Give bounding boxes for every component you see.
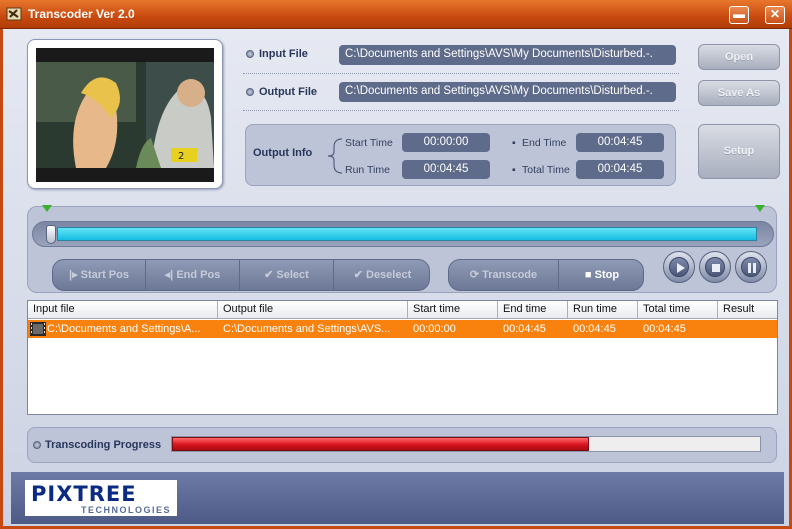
close-button[interactable]: ✕	[765, 6, 785, 24]
total-time-label: Total Time	[522, 164, 570, 176]
column-header[interactable]: Total time	[638, 301, 718, 319]
select-button[interactable]: ✔ Select	[240, 260, 334, 290]
end-pos-button[interactable]: ◂| End Pos	[146, 260, 240, 290]
timeline-handle[interactable]	[46, 225, 56, 244]
save-as-button[interactable]: Save As	[698, 80, 780, 106]
column-header[interactable]: Input file	[28, 301, 218, 319]
progress-panel: Transcoding Progress	[27, 427, 777, 463]
progress-bar	[171, 436, 761, 452]
pause-icon	[748, 263, 756, 273]
cell-output-file: C:\Documents and Settings\AVS...	[223, 323, 391, 335]
minimize-button[interactable]: ▬	[729, 6, 749, 24]
input-file-label: Input File	[259, 48, 308, 60]
cell-total-time: 00:04:45	[643, 323, 686, 335]
total-time-bullet-icon: ▪	[512, 164, 516, 176]
progress-label: Transcoding Progress	[45, 439, 162, 451]
end-marker-icon	[755, 205, 765, 212]
video-preview: 2	[27, 39, 223, 189]
check-icon: ✔	[264, 269, 277, 281]
deselect-button[interactable]: ✔ Deselect	[334, 260, 429, 290]
pixtree-logo: PIXTREE TECHNOLOGIES	[25, 480, 177, 516]
output-info-label: Output Info	[253, 147, 313, 159]
play-icon	[677, 263, 685, 273]
input-file-bullet-icon	[246, 50, 254, 58]
column-header[interactable]: Result	[718, 301, 777, 319]
stop-square-icon	[712, 264, 720, 272]
deselect-label: Deselect	[366, 269, 412, 281]
input-file-field[interactable]: C:\Documents and Settings\AVS\My Documen…	[339, 45, 676, 65]
cell-run-time: 00:04:45	[573, 323, 616, 335]
transcode-label: Transcode	[482, 269, 538, 281]
stop-button[interactable]: ■ Stop	[559, 260, 643, 290]
main-client-area: 2 Input File C:\Documents and Settings\A…	[0, 29, 792, 529]
cell-end-time: 00:04:45	[503, 323, 546, 335]
pause-button[interactable]	[735, 251, 767, 283]
timeline-track[interactable]	[32, 221, 774, 247]
stop-icon: ■	[584, 269, 595, 281]
run-time-label: Run Time	[345, 164, 390, 176]
start-time-field[interactable]: 00:00:00	[402, 133, 490, 152]
output-info-panel: Output Info Start Time 00:00:00 Run Time…	[245, 124, 676, 186]
column-header[interactable]: Run time	[568, 301, 638, 319]
video-file-icon	[30, 322, 46, 336]
output-file-label: Output File	[259, 86, 318, 98]
end-time-field[interactable]: 00:04:45	[576, 133, 664, 152]
stop-label: Stop	[594, 269, 620, 281]
svg-text:2: 2	[178, 151, 184, 162]
brand-name: PIXTREE	[31, 482, 137, 506]
divider	[243, 110, 679, 111]
output-file-bullet-icon	[246, 88, 254, 96]
total-time-field[interactable]: 00:04:45	[576, 160, 664, 179]
column-header[interactable]: Output file	[218, 301, 408, 319]
cell-result	[723, 320, 773, 338]
play-button[interactable]	[663, 251, 695, 283]
end-time-bullet-icon: ▪	[512, 137, 516, 149]
job-table[interactable]: Input file Output file Start time End ti…	[27, 300, 778, 415]
timeline-panel: |▸ Start Pos ◂| End Pos ✔ Select ✔ Desel…	[27, 205, 777, 293]
bracket-icon	[327, 138, 343, 174]
window-title: Transcoder Ver 2.0	[28, 7, 135, 21]
column-header[interactable]: Start time	[408, 301, 498, 319]
setup-button[interactable]: Setup	[698, 124, 780, 179]
run-time-field[interactable]: 00:04:45	[402, 160, 490, 179]
brand-tagline: TECHNOLOGIES	[81, 505, 172, 515]
start-pos-button[interactable]: |▸ Start Pos	[53, 260, 146, 290]
title-bar[interactable]: Transcoder Ver 2.0 ▬ ✕	[0, 0, 792, 29]
video-frame-image: 2	[36, 48, 214, 182]
check-off-icon: ✔	[353, 269, 366, 281]
progress-bullet-icon	[33, 441, 41, 449]
end-pos-label: End Pos	[176, 269, 221, 281]
edit-button-group: |▸ Start Pos ◂| End Pos ✔ Select ✔ Desel…	[52, 259, 430, 291]
progress-bar-fill	[172, 437, 589, 451]
start-time-label: Start Time	[345, 137, 393, 149]
timeline-selection	[57, 227, 757, 241]
divider	[243, 73, 679, 74]
footer-banner: PIXTREE TECHNOLOGIES	[11, 472, 784, 524]
end-time-label: End Time	[522, 137, 567, 149]
transcode-button-group: ⟳ Transcode ■ Stop	[448, 259, 644, 291]
refresh-icon: ⟳	[469, 269, 483, 281]
output-file-field[interactable]: C:\Documents and Settings\AVS\My Documen…	[339, 82, 676, 102]
start-marker-icon	[42, 205, 52, 212]
cell-input-file: C:\Documents and Settings\A...	[47, 323, 201, 335]
column-header[interactable]: End time	[498, 301, 568, 319]
table-row[interactable]: C:\Documents and Settings\A... C:\Docume…	[28, 320, 777, 338]
transcode-button[interactable]: ⟳ Transcode	[449, 260, 559, 290]
table-header: Input file Output file Start time End ti…	[28, 301, 777, 319]
start-pos-icon: |▸	[69, 269, 81, 281]
open-button[interactable]: Open	[698, 44, 780, 70]
stop-playback-button[interactable]	[699, 251, 731, 283]
end-pos-icon: ◂|	[164, 269, 177, 281]
cell-start-time: 00:00:00	[413, 323, 456, 335]
app-icon	[6, 7, 22, 21]
start-pos-label: Start Pos	[80, 269, 129, 281]
select-label: Select	[276, 269, 309, 281]
